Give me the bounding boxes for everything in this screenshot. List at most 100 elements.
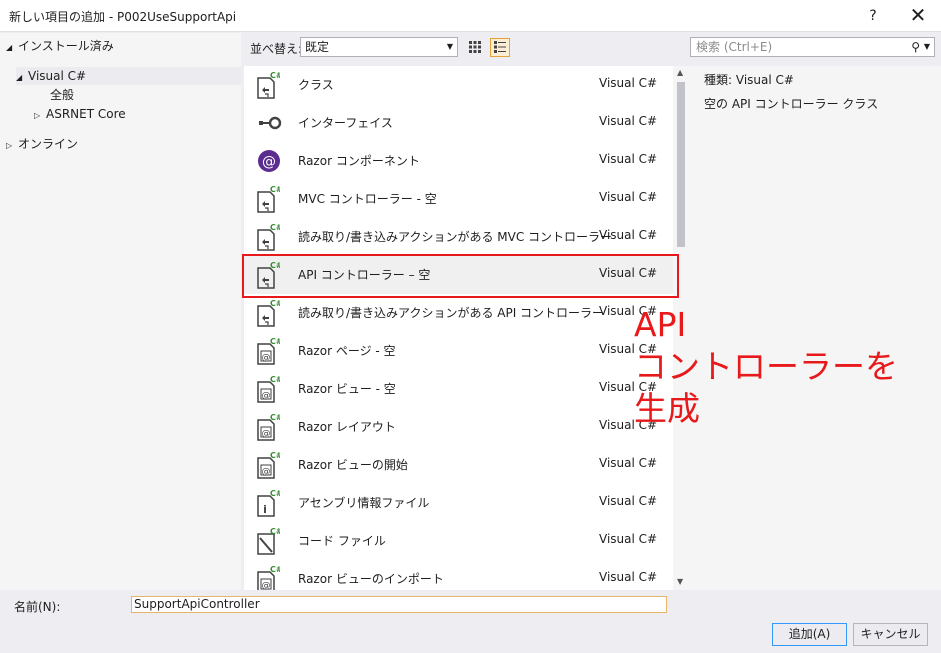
- details-type-value: Visual C#: [735, 73, 794, 87]
- svg-text:i: i: [263, 503, 267, 516]
- template-language: Visual C#: [599, 228, 658, 242]
- template-name: 読み取り/書き込みアクションがある API コントローラー: [298, 306, 605, 320]
- svg-text:C#: C#: [270, 337, 280, 346]
- template-item[interactable]: @C#Razor ページ - 空Visual C#: [244, 332, 674, 370]
- template-name: インターフェイス: [298, 116, 393, 130]
- add-button[interactable]: 追加(A): [772, 623, 847, 646]
- name-input[interactable]: SupportApiController: [131, 596, 667, 613]
- template-name: Razor ビューのインポート: [298, 572, 444, 586]
- template-item[interactable]: C#読み取り/書き込みアクションがある API コントローラーVisual C#: [244, 294, 674, 332]
- tree-item-label: Visual C#: [28, 69, 87, 83]
- template-item[interactable]: C# API コントローラー – 空 Visual C#: [244, 256, 674, 294]
- close-button[interactable]: ✕: [902, 0, 934, 32]
- template-item[interactable]: C# コード ファイル Visual C#: [244, 522, 674, 560]
- template-language: Visual C#: [599, 494, 658, 508]
- template-name: Razor ビュー - 空: [298, 382, 396, 396]
- svg-text:@: @: [262, 391, 271, 401]
- template-item[interactable]: C# MVC コントローラー - 空 Visual C#: [244, 180, 674, 218]
- template-name: Razor コンポーネント: [298, 154, 420, 168]
- svg-text:@: @: [262, 467, 271, 477]
- expanded-arrow-icon[interactable]: ◢: [6, 39, 18, 57]
- class-template-icon: C#: [256, 222, 283, 252]
- grid-view-button[interactable]: [465, 38, 485, 57]
- template-language: Visual C#: [599, 190, 658, 204]
- details-type: 種類: Visual C#: [704, 71, 794, 88]
- category-tree: ◢ インストール済み ◢ Visual C# 全般 ▷ ASRNET Core ▷ オン…: [0, 33, 241, 590]
- template-name: アセンブリ情報ファイル: [298, 496, 430, 510]
- tree-item-aspnet-core[interactable]: ▷ ASRNET Core: [34, 105, 126, 123]
- razor-page-icon: @ C#: [256, 412, 283, 442]
- template-item[interactable]: @ C# Razor ビューのインポート Visual C#: [244, 560, 674, 590]
- svg-text:@: @: [262, 581, 271, 590]
- tree-item-visual-csharp[interactable]: ◢ Visual C#: [16, 67, 241, 85]
- collapsed-arrow-icon[interactable]: ▷: [34, 107, 46, 125]
- template-item[interactable]: @C#Razor ビュー - 空Visual C#: [244, 370, 674, 408]
- tree-item-all[interactable]: 全般: [50, 86, 74, 104]
- help-button[interactable]: ?: [858, 0, 888, 32]
- razor-page-icon: @ C#: [256, 564, 283, 590]
- chevron-down-icon: ▼: [446, 42, 453, 51]
- svg-text:C#: C#: [270, 413, 280, 422]
- svg-text:@: @: [262, 429, 271, 439]
- expanded-arrow-icon[interactable]: ◢: [16, 69, 28, 87]
- template-item[interactable]: @ Razor コンポーネント Visual C#: [244, 142, 674, 180]
- list-view-button[interactable]: [490, 38, 510, 57]
- name-label: 名前(N):: [14, 600, 61, 614]
- bottom-bar: 名前(N): SupportApiController 追加(A) キャンセル: [0, 590, 941, 653]
- search-input[interactable]: 検索 (Ctrl+E) ⚲ ▼: [690, 37, 935, 57]
- cancel-button[interactable]: キャンセル: [853, 623, 928, 646]
- svg-text:C#: C#: [270, 223, 280, 232]
- tree-item-installed[interactable]: ◢ インストール済み: [6, 37, 114, 55]
- class-template-icon: C#: [256, 260, 283, 290]
- template-item[interactable]: インターフェイス Visual C#: [244, 104, 674, 142]
- sort-dropdown[interactable]: 既定 ▼: [300, 37, 458, 57]
- template-name: コード ファイル: [298, 534, 386, 548]
- template-language: Visual C#: [599, 570, 658, 584]
- svg-text:C#: C#: [270, 71, 280, 80]
- template-item[interactable]: C# 読み取り/書き込みアクションがある MVC コントローラーVisual C#: [244, 218, 674, 256]
- svg-text:C#: C#: [270, 527, 280, 536]
- list-icon: [494, 41, 506, 53]
- svg-text:@: @: [262, 154, 276, 170]
- svg-text:C#: C#: [270, 565, 280, 574]
- template-name: API コントローラー – 空: [298, 268, 431, 282]
- scrollbar-thumb[interactable]: [677, 82, 685, 247]
- interface-icon: [256, 108, 282, 138]
- chevron-down-icon[interactable]: ▼: [924, 38, 930, 56]
- collapsed-arrow-icon[interactable]: ▷: [6, 137, 18, 155]
- template-list: C# クラス Visual C# インターフェイス Visual C# @ Razor コン…: [244, 66, 689, 590]
- title-bar: 新しい項目の追加 - P002UseSupportApi ? ✕: [0, 0, 941, 32]
- search-icon[interactable]: ⚲: [911, 38, 920, 56]
- tree-item-online[interactable]: ▷ オンライン: [6, 135, 78, 153]
- svg-text:C#: C#: [270, 451, 280, 460]
- scroll-down-icon[interactable]: ▼: [677, 577, 683, 586]
- template-item[interactable]: C# クラス Visual C#: [244, 66, 674, 104]
- template-item[interactable]: @C#Razor レイアウトVisual C#: [244, 408, 674, 446]
- template-language: Visual C#: [599, 532, 658, 546]
- window-title: 新しい項目の追加 - P002UseSupportApi: [9, 10, 237, 24]
- svg-text:C#: C#: [270, 299, 280, 308]
- svg-text:@: @: [262, 353, 271, 363]
- template-language: Visual C#: [599, 456, 658, 470]
- template-name: 読み取り/書き込みアクションがある MVC コントローラー: [298, 230, 613, 244]
- class-template-icon: C#: [256, 70, 283, 100]
- sort-label: 並べ替え:: [250, 42, 303, 56]
- tree-item-label: 全般: [50, 88, 75, 102]
- svg-text:C#: C#: [270, 375, 280, 384]
- template-name: Razor ページ - 空: [298, 344, 396, 358]
- class-template-icon: C#: [256, 298, 283, 328]
- template-item[interactable]: @ C# Razor ビューの開始 Visual C#: [244, 446, 674, 484]
- code-file-icon: C#: [256, 526, 283, 556]
- class-template-icon: C#: [256, 184, 283, 214]
- search-placeholder: 検索 (Ctrl+E): [696, 40, 773, 54]
- details-type-label: 種類:: [704, 73, 733, 87]
- template-name: クラス: [298, 78, 334, 92]
- tree-item-label: オンライン: [18, 137, 79, 151]
- template-name: Razor レイアウト: [298, 420, 396, 434]
- sort-value: 既定: [305, 40, 330, 54]
- scroll-up-icon[interactable]: ▲: [677, 68, 683, 77]
- info-file-icon: iC#: [256, 488, 283, 518]
- template-language: Visual C#: [599, 114, 658, 128]
- razor-page-icon: @ C#: [256, 450, 283, 480]
- template-item[interactable]: iC# アセンブリ情報ファイル Visual C#: [244, 484, 674, 522]
